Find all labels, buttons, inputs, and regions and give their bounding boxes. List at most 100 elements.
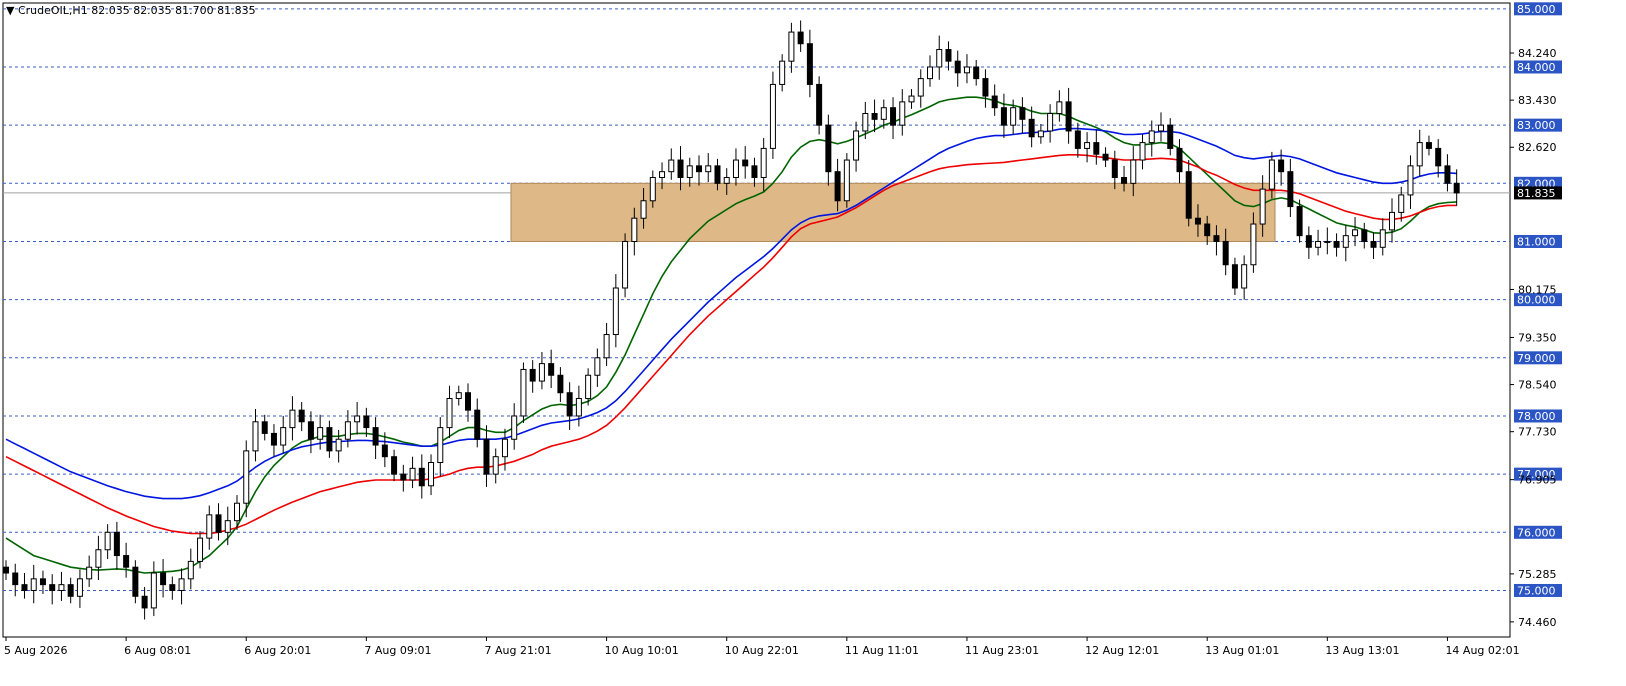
candle-body — [1130, 159, 1137, 184]
candle-body — [317, 427, 324, 440]
candle-body — [76, 578, 83, 597]
candle-body — [880, 107, 887, 120]
y-tick-label: 75.285 — [1518, 568, 1557, 581]
candle-body — [243, 450, 250, 504]
candle-body — [150, 572, 157, 609]
candle-body — [1361, 229, 1368, 242]
y-tick-label: 82.620 — [1518, 141, 1557, 154]
candle-body — [1370, 240, 1377, 248]
candle-body — [723, 176, 730, 184]
current-price-label: 81.835 — [1517, 187, 1556, 200]
candle-body — [732, 159, 739, 178]
candle-body — [575, 398, 582, 417]
candle-body — [871, 113, 878, 120]
axes: 85.00084.00083.00082.00081.00080.00079.0… — [4, 2, 1562, 657]
candle-body — [1019, 107, 1026, 120]
candle-body — [594, 357, 601, 376]
candle-body — [169, 584, 176, 591]
candle-body — [1398, 194, 1405, 213]
candle-body — [1333, 240, 1340, 248]
candle-body — [1056, 101, 1063, 115]
x-tick-label: 10 Aug 10:01 — [605, 644, 679, 657]
candle-body — [640, 200, 647, 219]
candle-body — [391, 456, 398, 475]
candle-body — [797, 31, 804, 45]
candle-body — [501, 438, 508, 458]
candle-body — [1259, 188, 1266, 225]
ma-line-ma_green — [5, 96, 1457, 574]
candle-body — [206, 514, 213, 539]
candle-body — [270, 432, 277, 446]
candle-body — [1278, 159, 1285, 173]
candle-body — [21, 584, 28, 591]
candle-body — [307, 421, 314, 440]
candle-body — [354, 415, 361, 423]
candle-body — [289, 409, 296, 429]
candle-body — [788, 31, 795, 62]
candle-body — [363, 415, 370, 429]
level-label: 79.000 — [1517, 352, 1556, 365]
candle-body — [612, 287, 619, 336]
candle-body — [1425, 142, 1432, 149]
chevron-down-icon[interactable]: ▼ — [6, 4, 14, 17]
candle-body — [298, 409, 305, 423]
candle-body — [178, 578, 185, 591]
candle-body — [1074, 130, 1081, 149]
candle-body — [30, 578, 37, 591]
candle-body — [991, 95, 998, 109]
y-tick-label: 77.730 — [1518, 426, 1557, 439]
candle-body — [1102, 153, 1109, 161]
candle-body — [520, 368, 527, 417]
candle-body — [86, 566, 93, 580]
candle-body — [742, 159, 749, 167]
candle-body — [548, 363, 555, 376]
supply-demand-zone — [510, 182, 1276, 242]
x-tick-label: 12 Aug 12:01 — [1085, 644, 1159, 657]
candle-body — [668, 159, 675, 173]
candle-body — [483, 438, 490, 475]
y-tick-label: 84.240 — [1518, 47, 1557, 60]
level-label: 76.000 — [1517, 526, 1556, 539]
candle-body — [1028, 118, 1035, 138]
y-tick-label: 78.540 — [1518, 379, 1557, 392]
candle-body — [1047, 113, 1054, 132]
candle-body — [1324, 240, 1331, 243]
candle-body — [1389, 211, 1395, 231]
x-tick-label: 14 Aug 02:01 — [1445, 644, 1519, 657]
candle-body — [1250, 223, 1257, 266]
candle-body — [557, 374, 564, 394]
price-chart[interactable]: 85.00084.00083.00082.00081.00080.00079.0… — [0, 0, 1626, 686]
candle-body — [1158, 124, 1164, 132]
candle-body — [326, 427, 333, 452]
candle-body — [234, 502, 240, 522]
candle-body — [160, 572, 167, 586]
candle-body — [3, 566, 9, 574]
candle-body — [141, 595, 148, 609]
candle-body — [1352, 229, 1359, 237]
candle-body — [862, 113, 869, 132]
candle-body — [779, 60, 786, 85]
candle-body — [252, 421, 259, 452]
candle-body — [954, 60, 961, 74]
candle-body — [677, 159, 684, 178]
level-label: 75.000 — [1517, 584, 1556, 597]
candles — [3, 20, 1460, 620]
candle-body — [566, 392, 573, 417]
candle-body — [622, 240, 629, 289]
candle-body — [418, 467, 425, 487]
candle-body — [631, 217, 638, 242]
candle-body — [12, 572, 19, 586]
candle-body — [1148, 130, 1155, 144]
x-tick-label: 7 Aug 09:01 — [364, 644, 431, 657]
candle-body — [113, 531, 120, 557]
candle-body — [853, 130, 860, 161]
candle-body — [261, 421, 268, 434]
candle-body — [1268, 159, 1275, 190]
candle-body — [908, 95, 915, 103]
candle-body — [409, 467, 416, 481]
candle-body — [492, 456, 499, 475]
chart-window: 85.000 84.000 83.000 82.000 81.000 80.000 79.0… — [0, 0, 1626, 686]
candle-body — [372, 427, 379, 446]
candle-body — [945, 49, 952, 62]
candle-body — [1444, 165, 1451, 184]
